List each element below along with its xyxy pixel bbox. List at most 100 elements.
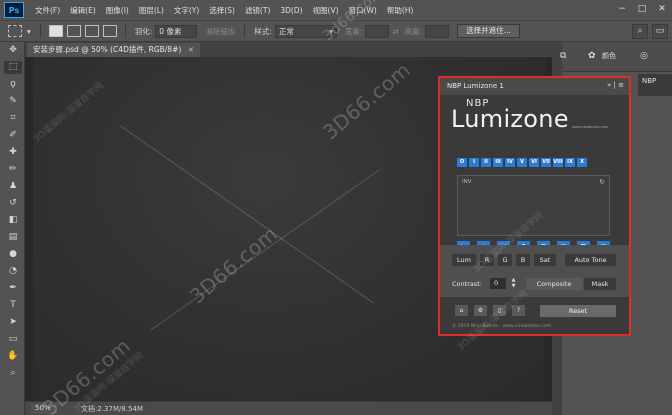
sat-button[interactable]: Sat <box>534 254 556 266</box>
document-tab[interactable]: 安装步骤.psd @ 50% (C4D插件, RGB/8#) × <box>27 43 200 57</box>
menu-3d[interactable]: 3D(D) <box>275 6 307 15</box>
copyright-text: © 2019 Nino Batista - www.ninobatista.co… <box>452 324 551 329</box>
zone-button-viii[interactable]: VIII <box>553 158 563 167</box>
eraser-tool-icon[interactable]: ◧ <box>4 214 22 227</box>
add-selection-icon[interactable] <box>66 25 81 37</box>
menu-help[interactable]: 帮助(H) <box>382 5 419 16</box>
zone-button-i[interactable]: I <box>469 158 479 167</box>
panel-menu-icon[interactable]: » | ≡ <box>607 81 624 89</box>
menu-filter[interactable]: 滤镜(T) <box>240 5 275 16</box>
inv-toggle[interactable]: INV <box>462 179 472 185</box>
contrast-label: Contrast: <box>452 280 482 288</box>
eyedropper-tool-icon[interactable]: ✐ <box>4 129 22 142</box>
blur-tool-icon[interactable]: ● <box>4 248 22 261</box>
antialias-checkbox[interactable]: 消除锯齿 <box>205 26 235 37</box>
contrast-stepper[interactable]: ▲ ▼ <box>509 277 518 290</box>
adjustments-panel-icon[interactable]: ✿ <box>588 51 596 61</box>
close-tab-icon[interactable]: × <box>188 45 194 54</box>
feather-input[interactable]: 0 像素 <box>155 24 198 38</box>
maximize-icon[interactable]: □ <box>636 3 648 15</box>
lumizone-panel: NBP Lumizone 1 » | ≡ NBP Lumizone www.nb… <box>438 76 631 336</box>
rectangular-marquee-tool-icon[interactable]: ⬚ <box>4 61 22 74</box>
new-selection-icon[interactable] <box>48 25 63 37</box>
zoom-tool-icon[interactable]: ⌕ <box>4 367 22 380</box>
brush-tool-icon[interactable]: ✏ <box>4 163 22 176</box>
height-label: 高度: <box>404 26 423 36</box>
pen-tool-icon[interactable]: ✒ <box>4 282 22 295</box>
logo-lumizone-text: Lumizone <box>451 105 569 133</box>
minimize-icon[interactable]: − <box>616 3 628 15</box>
menu-edit[interactable]: 编辑(E) <box>65 5 101 16</box>
zone-button-x[interactable]: X <box>577 158 587 167</box>
home-icon[interactable]: ⌂ <box>455 305 468 316</box>
mask-button[interactable]: Mask <box>584 278 616 290</box>
color-panel-icon[interactable]: ◎ <box>640 51 648 61</box>
zone-button-ix[interactable]: IX <box>565 158 575 167</box>
settings-icon[interactable]: ⚙ <box>474 305 487 316</box>
composite-button[interactable]: Composite <box>526 278 582 290</box>
dodge-tool-icon[interactable]: ◔ <box>4 265 22 278</box>
clone-stamp-tool-icon[interactable]: ♟ <box>4 180 22 193</box>
width-input[interactable] <box>365 24 390 38</box>
auto-tone-button[interactable]: Auto Tone <box>565 254 616 266</box>
separator <box>124 24 126 38</box>
contrast-input[interactable]: 0 <box>490 278 506 289</box>
crop-tool-icon[interactable]: ⌗ <box>4 112 22 125</box>
zone-button-iv[interactable]: IV <box>505 158 515 167</box>
gradient-tool-icon[interactable]: ▤ <box>4 231 22 244</box>
menu-type[interactable]: 文字(Y) <box>169 5 204 16</box>
zone-button-v[interactable]: V <box>517 158 527 167</box>
feather-label: 羽化: <box>134 26 153 36</box>
reset-button[interactable]: Reset <box>540 305 616 317</box>
menu-select[interactable]: 选择(S) <box>204 5 240 16</box>
lumizone-footer: ⌂ ⚙ ▯ ? Reset © 2019 Nino Batista - www.… <box>440 297 629 334</box>
select-and-mask-button[interactable]: 选择并遮住... <box>457 24 520 38</box>
separator <box>244 24 246 38</box>
history-panel-icon[interactable]: ⧉ <box>560 51 566 61</box>
close-icon[interactable]: ✕ <box>656 3 668 15</box>
zone-button-vii[interactable]: VII <box>541 158 551 167</box>
type-tool-icon[interactable]: T <box>4 299 22 312</box>
logo-url-text: www.nbpatricks.com <box>572 125 609 129</box>
separator <box>39 24 41 38</box>
lasso-tool-icon[interactable]: ϙ <box>4 78 22 91</box>
menu-image[interactable]: 图像(I) <box>101 5 134 16</box>
adjustments-panel-label: 颜色 <box>602 52 616 60</box>
zone-button-o[interactable]: O <box>457 158 467 167</box>
document-tab-bar: 安装步骤.psd @ 50% (C4D插件, RGB/8#) × <box>25 42 552 57</box>
style-label: 样式: <box>254 26 272 36</box>
search-icon[interactable]: ⌕ <box>632 24 648 39</box>
marquee-tool-preset-icon[interactable] <box>8 25 22 37</box>
toolbox: ✥ ⬚ ϙ ✎ ⌗ ✐ ✚ ✏ ♟ ↺ ◧ ▤ ● ◔ ✒ T ➤ ▭ ✋ ⌕ <box>0 42 25 415</box>
zone-button-ii[interactable]: II <box>481 158 491 167</box>
document-info[interactable]: 文档:2.37M/8.54M <box>81 404 143 414</box>
intersect-selection-icon[interactable] <box>102 25 117 37</box>
menu-layer[interactable]: 图层(L) <box>134 5 169 16</box>
menu-view[interactable]: 视图(V) <box>308 5 344 16</box>
lumizone-panel-title[interactable]: NBP Lumizone 1 <box>447 82 504 90</box>
zone-button-iii[interactable]: III <box>493 158 503 167</box>
lumizone-panel-header: NBP Lumizone 1 » | ≡ <box>440 78 629 95</box>
preset-chevron-icon[interactable]: ▾ <box>27 27 31 36</box>
path-selection-tool-icon[interactable]: ➤ <box>4 316 22 329</box>
options-right-icons: ⌕ ▭ <box>632 24 668 39</box>
swap-icon[interactable]: ⇄ <box>392 27 398 36</box>
refresh-icon[interactable]: ↻ <box>599 178 605 186</box>
b-button[interactable]: B <box>516 254 530 266</box>
quick-selection-tool-icon[interactable]: ✎ <box>4 95 22 108</box>
hand-tool-icon[interactable]: ✋ <box>4 350 22 363</box>
healing-brush-tool-icon[interactable]: ✚ <box>4 146 22 159</box>
height-input[interactable] <box>425 24 450 38</box>
zone-button-row: O I II III IV V VI VII VIII IX X <box>457 158 587 167</box>
zone-button-vi[interactable]: VI <box>529 158 539 167</box>
menu-file[interactable]: 文件(F) <box>30 5 65 16</box>
subtract-selection-icon[interactable] <box>84 25 99 37</box>
dock-icon-row: ⧉ ✿ 颜色 ◎ <box>560 42 672 72</box>
workspace-icon[interactable]: ▭ <box>652 24 668 39</box>
rectangle-tool-icon[interactable]: ▭ <box>4 333 22 346</box>
move-tool-icon[interactable]: ✥ <box>4 44 22 57</box>
nbp-panel-tab[interactable]: NBP <box>638 74 672 96</box>
lumizone-controls: Lum R G B Sat Auto Tone Contrast: 0 ▲ ▼ C… <box>440 245 629 297</box>
status-bar: 50% 文档:2.37M/8.54M <box>25 401 552 415</box>
history-brush-tool-icon[interactable]: ↺ <box>4 197 22 210</box>
